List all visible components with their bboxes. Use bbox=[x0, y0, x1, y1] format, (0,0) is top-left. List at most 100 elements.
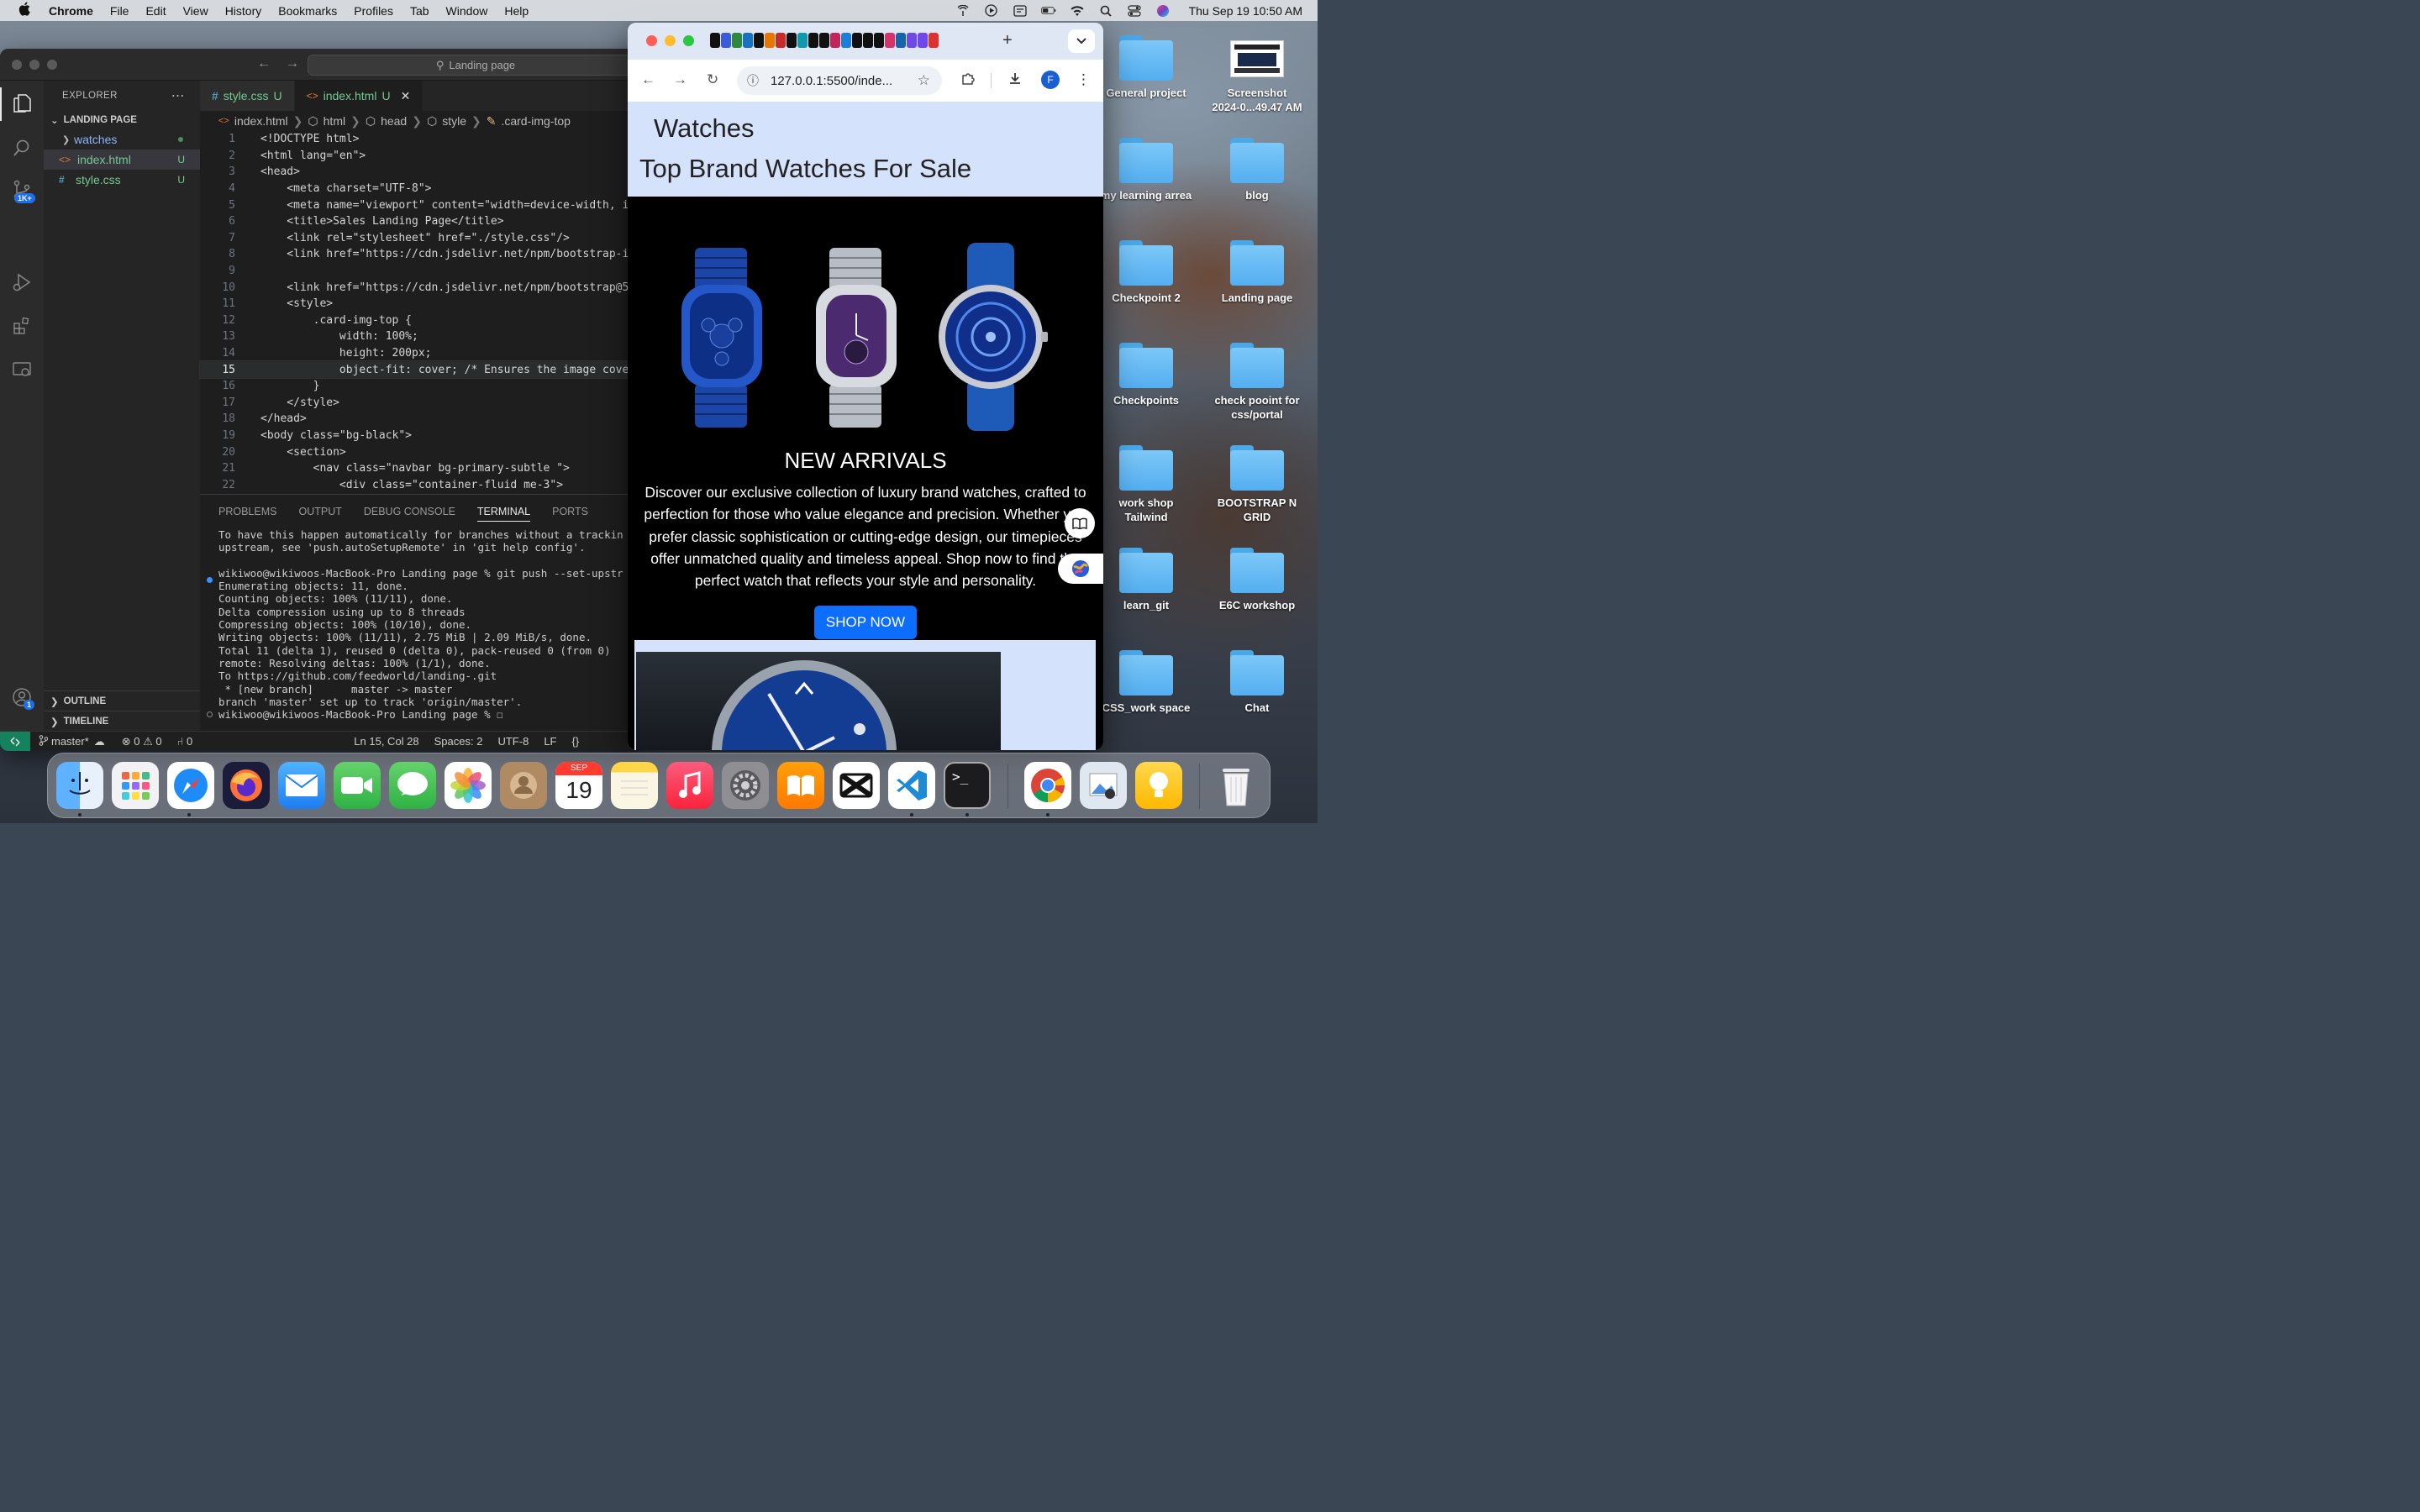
pinned-tab-favicon-icon[interactable] bbox=[918, 33, 928, 48]
breadcrumb-item[interactable]: head bbox=[381, 114, 407, 128]
new-tab-plus-icon[interactable]: + bbox=[1002, 31, 1013, 50]
forward-arrow-icon[interactable]: → bbox=[673, 71, 687, 88]
code-line[interactable]: 17 </style> bbox=[200, 395, 639, 412]
download-icon[interactable] bbox=[1007, 71, 1023, 91]
battery-icon[interactable] bbox=[1040, 5, 1056, 17]
profile-avatar[interactable]: F bbox=[1041, 71, 1060, 89]
desktop-folder-checkpoint-2[interactable]: Checkpoint 2 bbox=[1094, 240, 1198, 305]
contacts-icon[interactable] bbox=[500, 762, 547, 809]
pinned-tab-favicon-icon[interactable] bbox=[732, 33, 742, 48]
preview-icon[interactable] bbox=[1080, 762, 1127, 809]
launchpad-icon[interactable] bbox=[112, 762, 159, 809]
pinned-tab-favicon-icon[interactable] bbox=[929, 33, 939, 48]
code-line[interactable]: 11 <style> bbox=[200, 296, 639, 312]
minimize-window-button[interactable] bbox=[665, 35, 676, 46]
desktop-folder-e6c-workshop[interactable]: E6C workshop bbox=[1205, 548, 1309, 612]
close-tab-icon[interactable]: ✕ bbox=[401, 89, 411, 103]
breadcrumb-item[interactable]: index.html bbox=[234, 114, 288, 128]
back-arrow-icon[interactable]: ← bbox=[641, 71, 655, 88]
remote-explorer-icon[interactable] bbox=[10, 358, 34, 381]
facetime-icon[interactable] bbox=[334, 762, 381, 809]
project-section-header[interactable]: ⌄ LANDING PAGE bbox=[44, 111, 200, 129]
terminal-output[interactable]: To have this happen automatically for br… bbox=[200, 528, 639, 721]
more-actions-icon[interactable]: ⋯ bbox=[171, 87, 185, 104]
menu-history[interactable]: History bbox=[225, 4, 262, 18]
control-center-icon[interactable] bbox=[1127, 4, 1142, 17]
sync-cloud-icon[interactable]: ☁ bbox=[94, 735, 105, 748]
navbar-brand[interactable]: Watches bbox=[654, 113, 754, 144]
code-line[interactable]: 2 <html lang="en"> bbox=[200, 148, 639, 165]
pinned-tab-favicon-icon[interactable] bbox=[710, 33, 720, 48]
apple-menu-icon[interactable] bbox=[18, 2, 32, 20]
code-line[interactable]: 15 object-fit: cover; /* Ensures the ima… bbox=[199, 360, 639, 379]
reload-icon[interactable]: ↻ bbox=[707, 71, 718, 88]
music-icon[interactable] bbox=[666, 762, 713, 809]
breadcrumb-item[interactable]: html bbox=[324, 114, 345, 128]
desktop-folder-work-shop-tailwind[interactable]: work shop Tailwind bbox=[1094, 445, 1198, 524]
indentation[interactable]: Spaces: 2 bbox=[434, 735, 483, 748]
pinned-tab-favicon-icon[interactable] bbox=[721, 33, 731, 48]
books-icon[interactable] bbox=[777, 762, 824, 809]
cursor-position[interactable]: Ln 15, Col 28 bbox=[354, 735, 418, 748]
menu-bookmarks[interactable]: Bookmarks bbox=[278, 4, 337, 18]
menu-app-name[interactable]: Chrome bbox=[49, 4, 93, 18]
pinned-tab-favicon-icon[interactable] bbox=[852, 33, 862, 48]
desktop-folder-bootstrap-n-grid[interactable]: BOOTSTRAP N GRID bbox=[1205, 445, 1309, 524]
language-mode[interactable]: {} bbox=[571, 735, 579, 748]
pinned-tab-favicon-icon[interactable] bbox=[830, 33, 840, 48]
run-debug-icon[interactable] bbox=[10, 270, 34, 294]
more-menu-icon[interactable]: ⋮ bbox=[1076, 71, 1091, 88]
code-line[interactable]: 22 <div class="container-fluid me-3"> bbox=[200, 476, 639, 493]
pinned-tabs[interactable] bbox=[710, 33, 939, 50]
close-window-button[interactable] bbox=[12, 60, 22, 70]
code-line[interactable]: 19 <body class="bg-black"> bbox=[200, 428, 639, 444]
git-branch[interactable]: master* bbox=[51, 735, 89, 748]
panel-tab-output[interactable]: OUTPUT bbox=[298, 506, 341, 517]
vscode-icon[interactable] bbox=[888, 762, 935, 809]
tips-icon[interactable] bbox=[1135, 762, 1182, 809]
pinned-tab-favicon-icon[interactable] bbox=[754, 33, 764, 48]
code-line[interactable]: 10 <link href="https://cdn.jsdelivr.net/… bbox=[200, 279, 639, 296]
pinned-tab-favicon-icon[interactable] bbox=[841, 33, 851, 48]
extension-globe-icon[interactable] bbox=[1058, 554, 1103, 584]
panel-tab-terminal[interactable]: TERMINAL bbox=[476, 502, 531, 522]
code-line[interactable]: 16 } bbox=[200, 378, 639, 395]
desktop-folder-landing-page[interactable]: Landing page bbox=[1205, 240, 1309, 305]
pinned-tab-favicon-icon[interactable] bbox=[776, 33, 786, 48]
panel-tab-debug-console[interactable]: DEBUG CONSOLE bbox=[364, 506, 455, 517]
problems-count[interactable]: ⊗ 0 ⚠ 0 bbox=[122, 735, 162, 748]
pinned-tab-favicon-icon[interactable] bbox=[885, 33, 895, 48]
ports-count[interactable]: ⑁ 0 bbox=[177, 735, 193, 748]
extensions-puzzle-icon[interactable] bbox=[960, 71, 976, 91]
menu-edit[interactable]: Edit bbox=[145, 4, 166, 18]
code-line[interactable]: 3 <head> bbox=[200, 164, 639, 181]
timeline-section-header[interactable]: ❯ TIMELINE bbox=[44, 711, 200, 731]
screen-recording-icon[interactable] bbox=[1013, 4, 1028, 17]
code-line[interactable]: 9 bbox=[200, 263, 639, 280]
search-icon[interactable] bbox=[10, 136, 34, 160]
desktop-file-screenshot[interactable]: Screenshot 2024-0...49.47 AM bbox=[1205, 35, 1309, 114]
desktop-folder-my-learning-arrea[interactable]: my learning arrea bbox=[1094, 138, 1198, 202]
spotlight-search-icon[interactable] bbox=[1098, 5, 1113, 17]
pinned-tab-favicon-icon[interactable] bbox=[765, 33, 775, 48]
tab-search-chevron-down-icon[interactable] bbox=[1068, 29, 1095, 53]
desktop-folder-css-work-space[interactable]: CSS_work space bbox=[1094, 650, 1198, 715]
pinned-tab-favicon-icon[interactable] bbox=[808, 33, 818, 48]
tree-item-style-css[interactable]: # style.css U bbox=[44, 170, 200, 190]
site-info-icon[interactable]: ⓘ bbox=[747, 72, 759, 89]
pinned-tab-favicon-icon[interactable] bbox=[743, 33, 753, 48]
shop-now-button[interactable]: SHOP NOW bbox=[814, 606, 917, 639]
code-line[interactable]: 12 .card-img-top { bbox=[200, 312, 639, 329]
pinned-tab-favicon-icon[interactable] bbox=[907, 33, 917, 48]
system-settings-icon[interactable] bbox=[722, 762, 769, 809]
breadcrumb-item[interactable]: .card-img-top bbox=[501, 114, 570, 128]
desktop-folder-check-pooint[interactable]: check pooint for css/portal bbox=[1205, 343, 1309, 422]
reading-mode-book-icon[interactable] bbox=[1065, 508, 1095, 538]
encoding[interactable]: UTF-8 bbox=[497, 735, 529, 748]
safari-icon[interactable] bbox=[167, 762, 214, 809]
explorer-files-icon[interactable] bbox=[10, 91, 34, 114]
remote-indicator-icon[interactable] bbox=[0, 731, 30, 751]
code-line[interactable]: 8 <link href="https://cdn.jsdelivr.net/n… bbox=[200, 246, 639, 263]
code-line[interactable]: 7 <link rel="stylesheet" href="./style.c… bbox=[200, 230, 639, 247]
mail-icon[interactable] bbox=[278, 762, 325, 809]
